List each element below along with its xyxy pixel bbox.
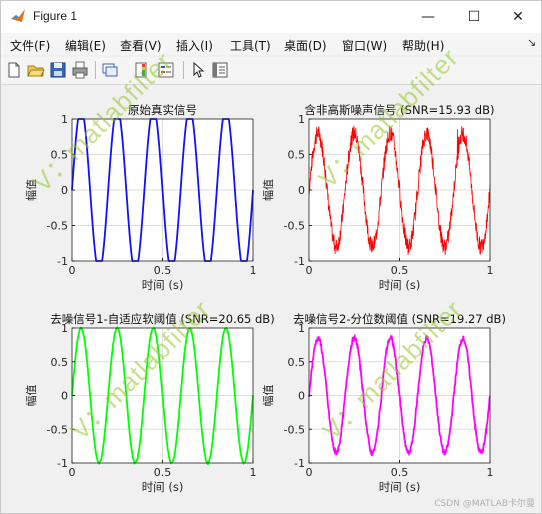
menu-file[interactable]: 文件(F): [10, 37, 50, 54]
y-axis-label: 幅值: [262, 179, 275, 201]
y-tick-label: 0.5: [288, 356, 306, 369]
x-tick-label: 0: [306, 466, 313, 479]
x-tick-label: 0.5: [391, 264, 409, 277]
subplot-4: 0 0.5 1-1-0.500.51去噪信号2-分位数阈值 (SNR=19.27 d…: [262, 312, 506, 494]
x-tick-label: 1: [487, 466, 494, 479]
title-bar[interactable]: Figure 1 — ☐ ✕: [1, 1, 541, 33]
print-figure-icon[interactable]: [71, 61, 89, 79]
minimize-icon: —: [421, 9, 435, 25]
y-tick-label: 0: [298, 390, 305, 403]
y-axis-label: 幅值: [262, 385, 275, 407]
x-tick-label: 0.5: [154, 466, 172, 479]
menu-window[interactable]: 窗口(W): [342, 37, 387, 54]
y-tick-label: -1: [294, 457, 305, 470]
x-tick-label: 1: [487, 264, 494, 277]
y-tick-label: 0: [61, 390, 68, 403]
y-tick-label: -0.5: [284, 220, 305, 233]
menu-tools[interactable]: 工具(T): [230, 37, 271, 54]
maximize-icon: ☐: [467, 9, 481, 25]
x-tick-label: 1: [250, 466, 257, 479]
window-title: Figure 1: [33, 9, 78, 23]
close-icon: ✕: [512, 9, 524, 25]
csdn-credit: CSDN @MATLAB卡尔曼: [434, 499, 535, 509]
y-tick-label: -0.5: [284, 423, 305, 436]
x-tick-label: 0: [69, 466, 76, 479]
x-tick-label: 0: [306, 264, 313, 277]
menu-insert[interactable]: 插入(I): [176, 37, 213, 54]
y-tick-label: -0.5: [47, 220, 68, 233]
y-tick-label: -1: [57, 255, 68, 268]
property-inspector-icon[interactable]: [211, 61, 229, 79]
x-axis-label: 时间 (s): [379, 480, 421, 494]
figure-canvas: 0 0.5 1 -1 -0.5 0 0.5 1 原始真实信号 时间 (s) 幅值 0 0.5 1 -1 -0.…: [1, 42, 541, 513]
y-tick-label: -1: [57, 457, 68, 470]
x-axis-label: 时间 (s): [142, 480, 184, 494]
y-tick-label: 0.5: [288, 149, 306, 162]
link-plot-icon[interactable]: [101, 61, 119, 79]
new-figure-icon[interactable]: [5, 61, 23, 79]
toolbar-separator: [95, 61, 96, 79]
toolbar-separator: [183, 61, 184, 79]
x-tick-label: 0.5: [154, 264, 172, 277]
subplot-1: 0 0.5 1-1-0.500.51原始真实信号时间 (s)幅值: [25, 103, 257, 292]
figure-window: Figure 1 — ☐ ✕ 文件(F) 编辑(E) 查看(V) 插入(I) 工…: [0, 0, 542, 514]
edit-plot-arrow-icon[interactable]: [189, 61, 207, 79]
menu-overflow-icon[interactable]: ↘: [527, 36, 536, 49]
x-tick-label: 1: [250, 264, 257, 277]
x-axis-label: 时间 (s): [142, 278, 184, 292]
minimize-button[interactable]: —: [405, 1, 451, 33]
menu-desktop[interactable]: 桌面(D): [284, 37, 327, 54]
x-axis-label: 时间 (s): [379, 278, 421, 292]
save-figure-icon[interactable]: [49, 61, 67, 79]
y-tick-label: 0.5: [51, 356, 69, 369]
x-tick-label: 0: [69, 264, 76, 277]
y-axis-label: 幅值: [25, 385, 38, 407]
x-tick-label: 0.5: [391, 466, 409, 479]
menu-bar: 文件(F) 编辑(E) 查看(V) 插入(I) 工具(T) 桌面(D) 窗口(W…: [1, 33, 541, 55]
menu-edit[interactable]: 编辑(E): [65, 37, 106, 54]
subplot-title: 去噪信号2-分位数阈值 (SNR=19.27 dB): [293, 312, 506, 326]
y-tick-label: 0: [298, 184, 305, 197]
y-tick-label: 1: [61, 113, 68, 126]
matlab-logo-icon: [11, 9, 25, 22]
y-tick-label: -1: [294, 255, 305, 268]
maximize-button[interactable]: ☐: [451, 1, 497, 33]
close-button[interactable]: ✕: [495, 1, 541, 33]
open-file-icon[interactable]: [27, 61, 45, 79]
